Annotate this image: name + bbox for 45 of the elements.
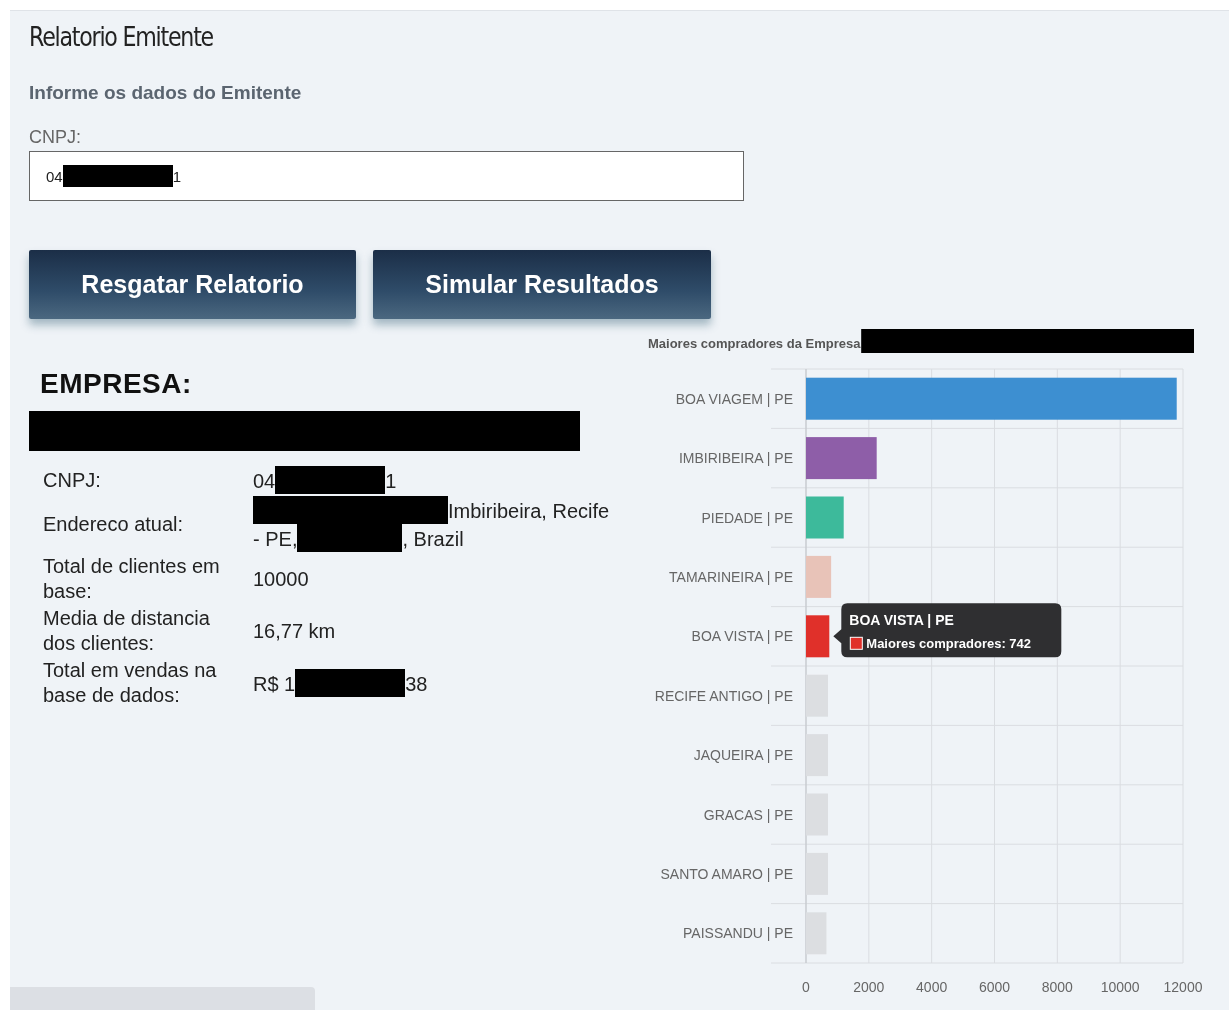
axis-category-label: JAQUEIRA | PE (693, 747, 793, 764)
legend-swatch-icon (849, 636, 863, 650)
company-heading: EMPRESA: (40, 368, 193, 400)
axis-tick-label: 2000 (853, 979, 885, 995)
field-value: 16,77 km (253, 619, 336, 642)
axis-category-label: TAMARINEIRA | PE (669, 568, 793, 585)
bar[interactable] (806, 615, 830, 658)
field-label: CNPJ: (43, 467, 102, 493)
tooltip-text: Maiores compradores: 742 (866, 636, 1032, 652)
axis-tick-label: 8000 (1041, 979, 1073, 995)
axis-category-label: SANTO AMARO | PE (660, 865, 793, 882)
field-value: 38 (405, 673, 428, 695)
axis-category-label: GRACAS | PE (703, 806, 793, 823)
axis-category-label: PIEDADE | PE (701, 509, 793, 526)
field-value: , Brazil (402, 528, 464, 550)
field-value: 04 (253, 470, 276, 492)
cnpj-field[interactable]: 04 1 (29, 151, 744, 201)
axis-tick-label: 4000 (916, 979, 948, 995)
axis-tick-label: 12000 (1163, 979, 1203, 995)
page-title: Relatorio Emitente (29, 20, 213, 54)
axis-category-label: PAISSANDU | PE (683, 925, 793, 942)
axis-tick-label: 0 (802, 979, 810, 995)
tooltip-title: BOA VISTA | PE (849, 612, 954, 629)
axis-category-label: BOA VISTA | PE (691, 628, 793, 645)
bar[interactable] (806, 437, 877, 480)
bar[interactable] (806, 377, 1177, 420)
field-value: 10000 (253, 567, 309, 590)
field-value: Imbiribeira, Recife (448, 500, 610, 522)
field-label: Total em vendas na base de dados: (43, 658, 218, 708)
axis-category-label: IMBIRIBEIRA | PE (678, 450, 793, 467)
field-label: CNPJ: (29, 127, 81, 148)
field-label: Media de distancia dos clientes: (43, 606, 211, 656)
axis-category-label: BOA VIAGEM | PE (675, 390, 793, 407)
action-button[interactable]: Simular Resultados (373, 250, 711, 319)
field-value: R$ 1 (253, 673, 296, 695)
field-value: 1 (385, 470, 397, 492)
axis-tick-label: 6000 (978, 979, 1011, 995)
chart-title: Maiores compradores da Empresa (648, 336, 861, 351)
axis-tick-label: 10000 (1100, 979, 1140, 995)
field-label: Total de clientes em base: (43, 554, 221, 604)
field-label: Endereco atual: (43, 511, 185, 537)
field-value: - PE, (253, 528, 298, 550)
section-subtitle: Informe os dados do Emitente (29, 82, 302, 104)
action-button[interactable]: Resgatar Relatorio (29, 250, 356, 319)
axis-category-label: RECIFE ANTIGO | PE (654, 687, 793, 704)
